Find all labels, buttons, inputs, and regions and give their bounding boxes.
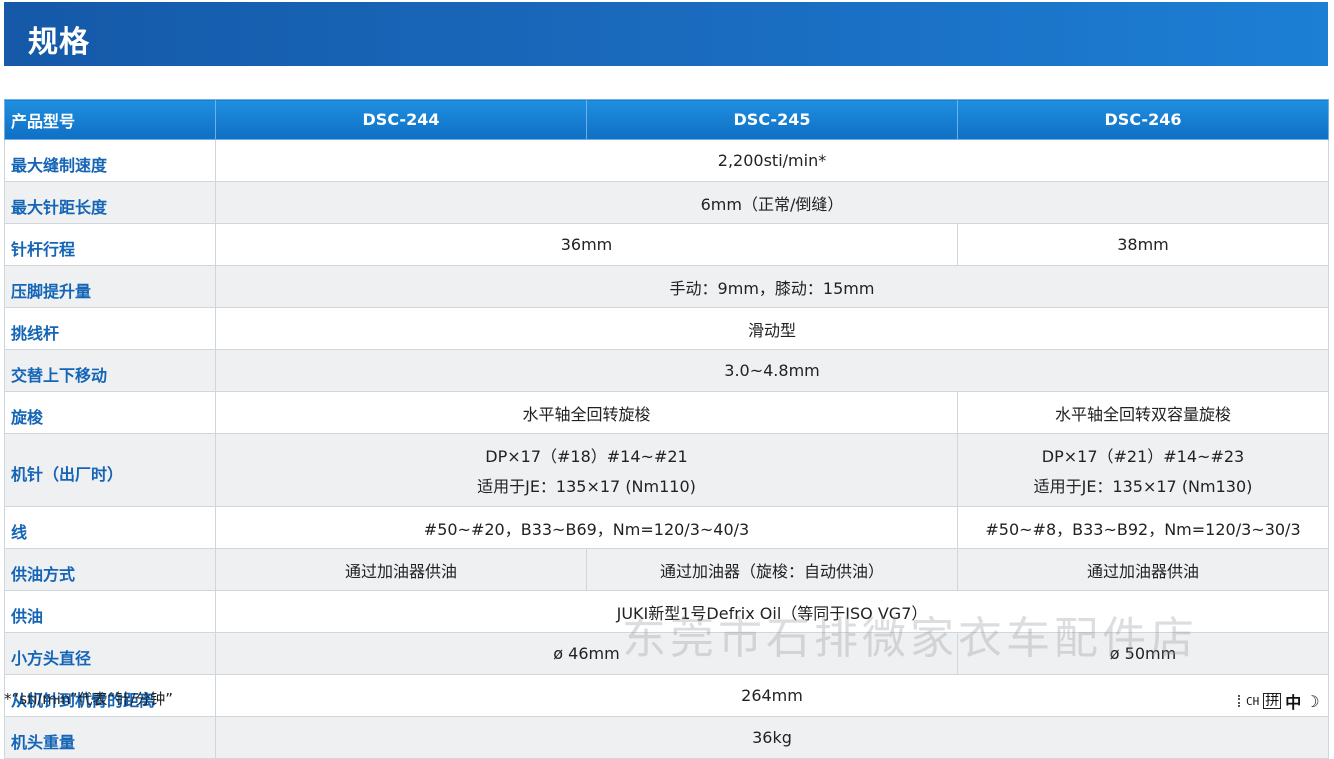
row-label: 机针（出厂时） — [4, 433, 216, 507]
table-cell: 通过加油器供油 — [215, 548, 587, 591]
table-cell: 38mm — [957, 223, 1329, 266]
cell-line: DP×17（#18）#14~#21 — [485, 447, 688, 466]
half-width-moon-icon[interactable]: ☽ — [1305, 692, 1319, 711]
row-label: 压脚提升量 — [4, 265, 216, 308]
table-cell: 水平轴全回转双容量旋梭 — [957, 391, 1329, 434]
table-cell: #50~#20，B33~B69，Nm=120/3~40/3 — [215, 506, 958, 549]
table-cell: ø 46mm — [215, 632, 958, 675]
table-cell: JUKI新型1号Defrix Oil（等同于ISO VG7） — [215, 590, 1329, 633]
pinyin-icon[interactable]: 拼 — [1263, 693, 1282, 709]
column-header-model: 产品型号 — [4, 99, 216, 140]
table-row: 从机针到机臂的距离 264mm — [4, 674, 1329, 717]
table-row: 供油方式 通过加油器供油 通过加油器（旋梭：自动供油） 通过加油器供油 — [4, 548, 1329, 591]
table-row: 供油 JUKI新型1号Defrix Oil（等同于ISO VG7） — [4, 590, 1329, 633]
row-label: 供油 — [4, 590, 216, 633]
section-title: 规格 — [28, 25, 90, 60]
row-label: 机头重量 — [4, 716, 216, 759]
table-cell: 36mm — [215, 223, 958, 266]
row-label: 最大缝制速度 — [4, 139, 216, 182]
footnote: *“sti/min”代表“针/分钟” — [4, 690, 174, 708]
table-cell: 通过加油器（旋梭：自动供油） — [586, 548, 958, 591]
table-cell: 通过加油器供油 — [957, 548, 1329, 591]
table-row: 最大缝制速度 2,200sti/min* — [4, 139, 1329, 182]
row-label: 旋梭 — [4, 391, 216, 434]
table-cell: 6mm（正常/倒缝） — [215, 181, 1329, 224]
column-header-dsc-246: DSC-246 — [957, 99, 1329, 140]
row-label: 挑线杆 — [4, 307, 216, 350]
ime-toolbar[interactable]: CH 拼 中 ☽ — [1238, 689, 1320, 713]
table-cell: #50~#8，B33~B92，Nm=120/3~30/3 — [957, 506, 1329, 549]
spec-table: 产品型号 DSC-244 DSC-245 DSC-246 最大缝制速度 2,20… — [4, 99, 1329, 759]
chinese-mode-button[interactable]: 中 — [1285, 689, 1301, 713]
cell-line: 适用于JE：135×17 (Nm130) — [1033, 477, 1253, 496]
cell-line: DP×17（#21）#14~#23 — [1041, 447, 1245, 466]
table-row: 针杆行程 36mm 38mm — [4, 223, 1329, 266]
row-label: 线 — [4, 506, 216, 549]
table-row: 交替上下移动 3.0~4.8mm — [4, 349, 1329, 392]
table-row: 机针（出厂时） DP×17（#18）#14~#21 适用于JE：135×17 (… — [4, 433, 1329, 507]
section-banner: 规格 — [4, 2, 1328, 66]
row-label: 小方头直径 — [4, 632, 216, 675]
table-row: 小方头直径 ø 46mm ø 50mm — [4, 632, 1329, 675]
table-row: 最大针距长度 6mm（正常/倒缝） — [4, 181, 1329, 224]
column-header-dsc-244: DSC-244 — [215, 99, 587, 140]
drag-handle-icon[interactable] — [1238, 695, 1242, 707]
table-row: 线 #50~#20，B33~B69，Nm=120/3~40/3 #50~#8，B… — [4, 506, 1329, 549]
table-cell: DP×17（#21）#14~#23 适用于JE：135×17 (Nm130) — [957, 433, 1329, 507]
table-cell: 36kg — [215, 716, 1329, 759]
table-cell: 2,200sti/min* — [215, 139, 1329, 182]
table-cell: 264mm — [215, 674, 1329, 717]
table-cell: 3.0~4.8mm — [215, 349, 1329, 392]
table-cell: ø 50mm — [957, 632, 1329, 675]
table-cell: 滑动型 — [215, 307, 1329, 350]
cell-line: 适用于JE：135×17 (Nm110) — [477, 477, 696, 496]
table-row: 旋梭 水平轴全回转旋梭 水平轴全回转双容量旋梭 — [4, 391, 1329, 434]
table-row: 压脚提升量 手动：9mm，膝动：15mm — [4, 265, 1329, 308]
table-cell: DP×17（#18）#14~#21 适用于JE：135×17 (Nm110) — [215, 433, 958, 507]
table-cell: 手动：9mm，膝动：15mm — [215, 265, 1329, 308]
row-label: 针杆行程 — [4, 223, 216, 266]
table-row: 机头重量 36kg — [4, 716, 1329, 759]
row-label: 交替上下移动 — [4, 349, 216, 392]
table-header-row: 产品型号 DSC-244 DSC-245 DSC-246 — [4, 99, 1329, 140]
ime-mode-indicator[interactable]: CH — [1246, 695, 1259, 708]
row-label: 供油方式 — [4, 548, 216, 591]
table-row: 挑线杆 滑动型 — [4, 307, 1329, 350]
table-cell: 水平轴全回转旋梭 — [215, 391, 958, 434]
column-header-dsc-245: DSC-245 — [586, 99, 958, 140]
row-label: 最大针距长度 — [4, 181, 216, 224]
